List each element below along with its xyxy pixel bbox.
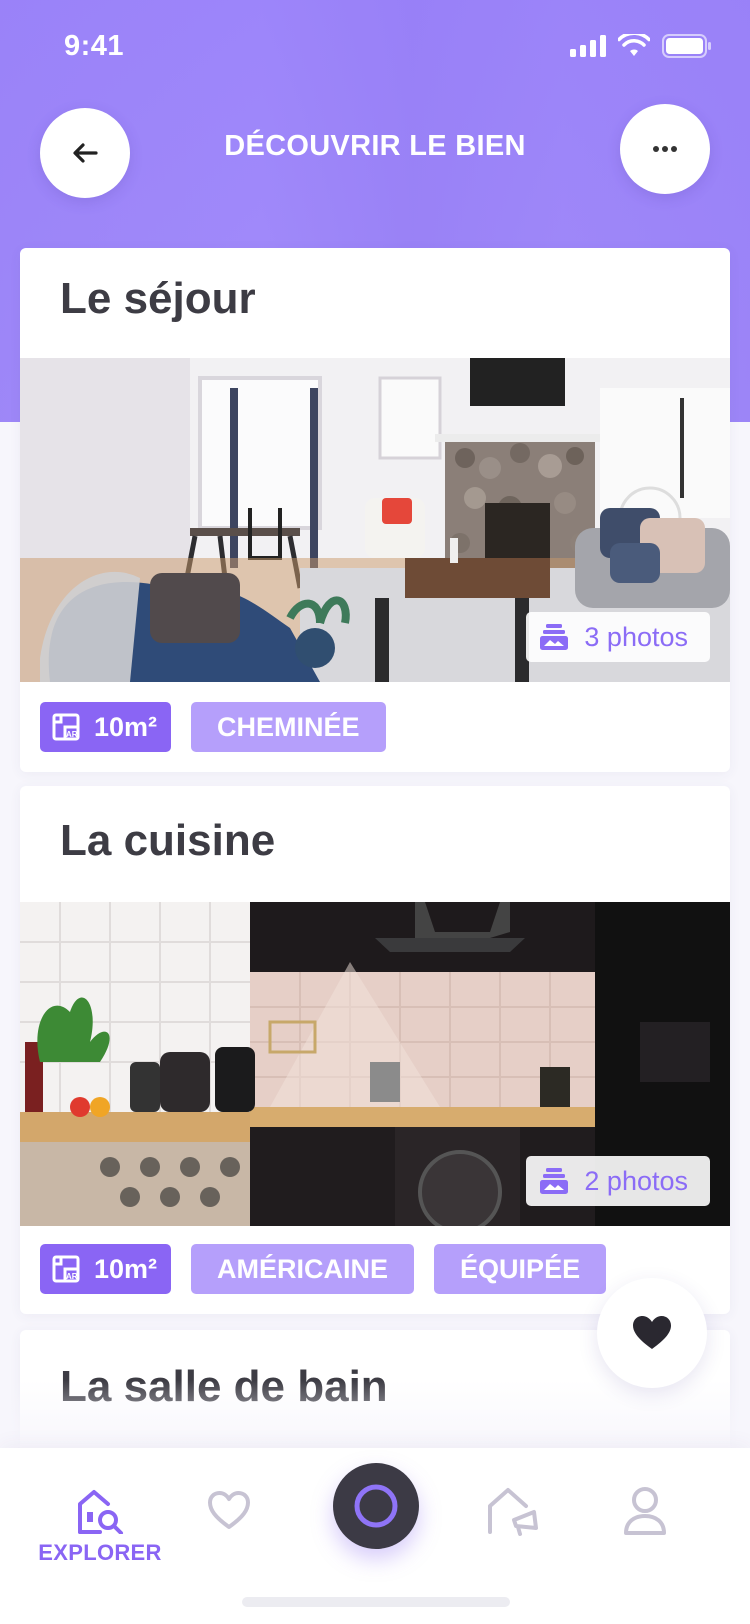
room-photo[interactable]: 3 photos [20,358,730,682]
home-indicator [242,1597,510,1607]
photo-count-badge[interactable]: 3 photos [526,612,710,662]
wifi-icon [618,34,650,56]
status-time: 9:41 [64,30,125,62]
room-title: La cuisine [60,816,276,865]
scroll-fade [0,1380,750,1450]
floor-plan-icon: AR [52,1255,80,1283]
room-card-sejour[interactable]: Le séjour 3 photos AR 10m² CHEMINÉE [20,248,730,772]
tab-favorites[interactable] [206,1490,252,1530]
area-tag: AR 10m² [40,1244,172,1294]
feature-tag: CHEMINÉE [191,702,386,752]
photo-count-label: 2 photos [584,1165,688,1196]
room-photo[interactable]: 2 photos [20,902,730,1226]
house-search-icon [78,1490,123,1534]
feature-tag: AMÉRICAINE [191,1244,415,1294]
more-dots-icon [653,146,677,152]
user-icon [624,1487,666,1535]
house-megaphone-icon [488,1488,538,1536]
svg-text:AR: AR [66,1272,78,1281]
photo-count-label: 3 photos [584,621,688,652]
svg-text:AR: AR [66,730,78,739]
room-title: Le séjour [60,274,256,323]
status-icons [570,34,712,58]
tab-profile[interactable] [622,1486,668,1536]
tab-explorer-label: EXPLORER [38,1540,162,1565]
room-tags: AR 10m² AMÉRICAINE ÉQUIPÉE [40,1244,607,1294]
feature-tag: ÉQUIPÉE [434,1244,607,1294]
heart-outline-icon [208,1491,250,1529]
room-card-cuisine[interactable]: La cuisine 2 photos AR 10m² AMÉRICAINE É… [20,786,730,1314]
photo-count-badge[interactable]: 2 photos [526,1156,710,1206]
area-tag: AR 10m² [40,702,172,752]
ring-icon [354,1484,398,1528]
area-label: 10m² [94,711,158,742]
more-options-button[interactable] [620,104,710,194]
gallery-stack-icon [540,1168,569,1194]
tab-explorer[interactable]: EXPLORER [38,1488,162,1566]
status-bar: 9:41 [0,0,750,92]
area-label: 10m² [94,1253,158,1284]
tab-offers[interactable] [486,1486,542,1536]
room-tags: AR 10m² CHEMINÉE [40,702,386,752]
heart-filled-icon [633,1316,671,1349]
favorite-button[interactable] [597,1278,707,1388]
gallery-stack-icon [540,624,569,650]
center-action-button[interactable] [333,1463,419,1549]
floor-plan-icon: AR [52,713,80,741]
battery-icon [662,34,711,58]
signal-icon [570,35,606,57]
